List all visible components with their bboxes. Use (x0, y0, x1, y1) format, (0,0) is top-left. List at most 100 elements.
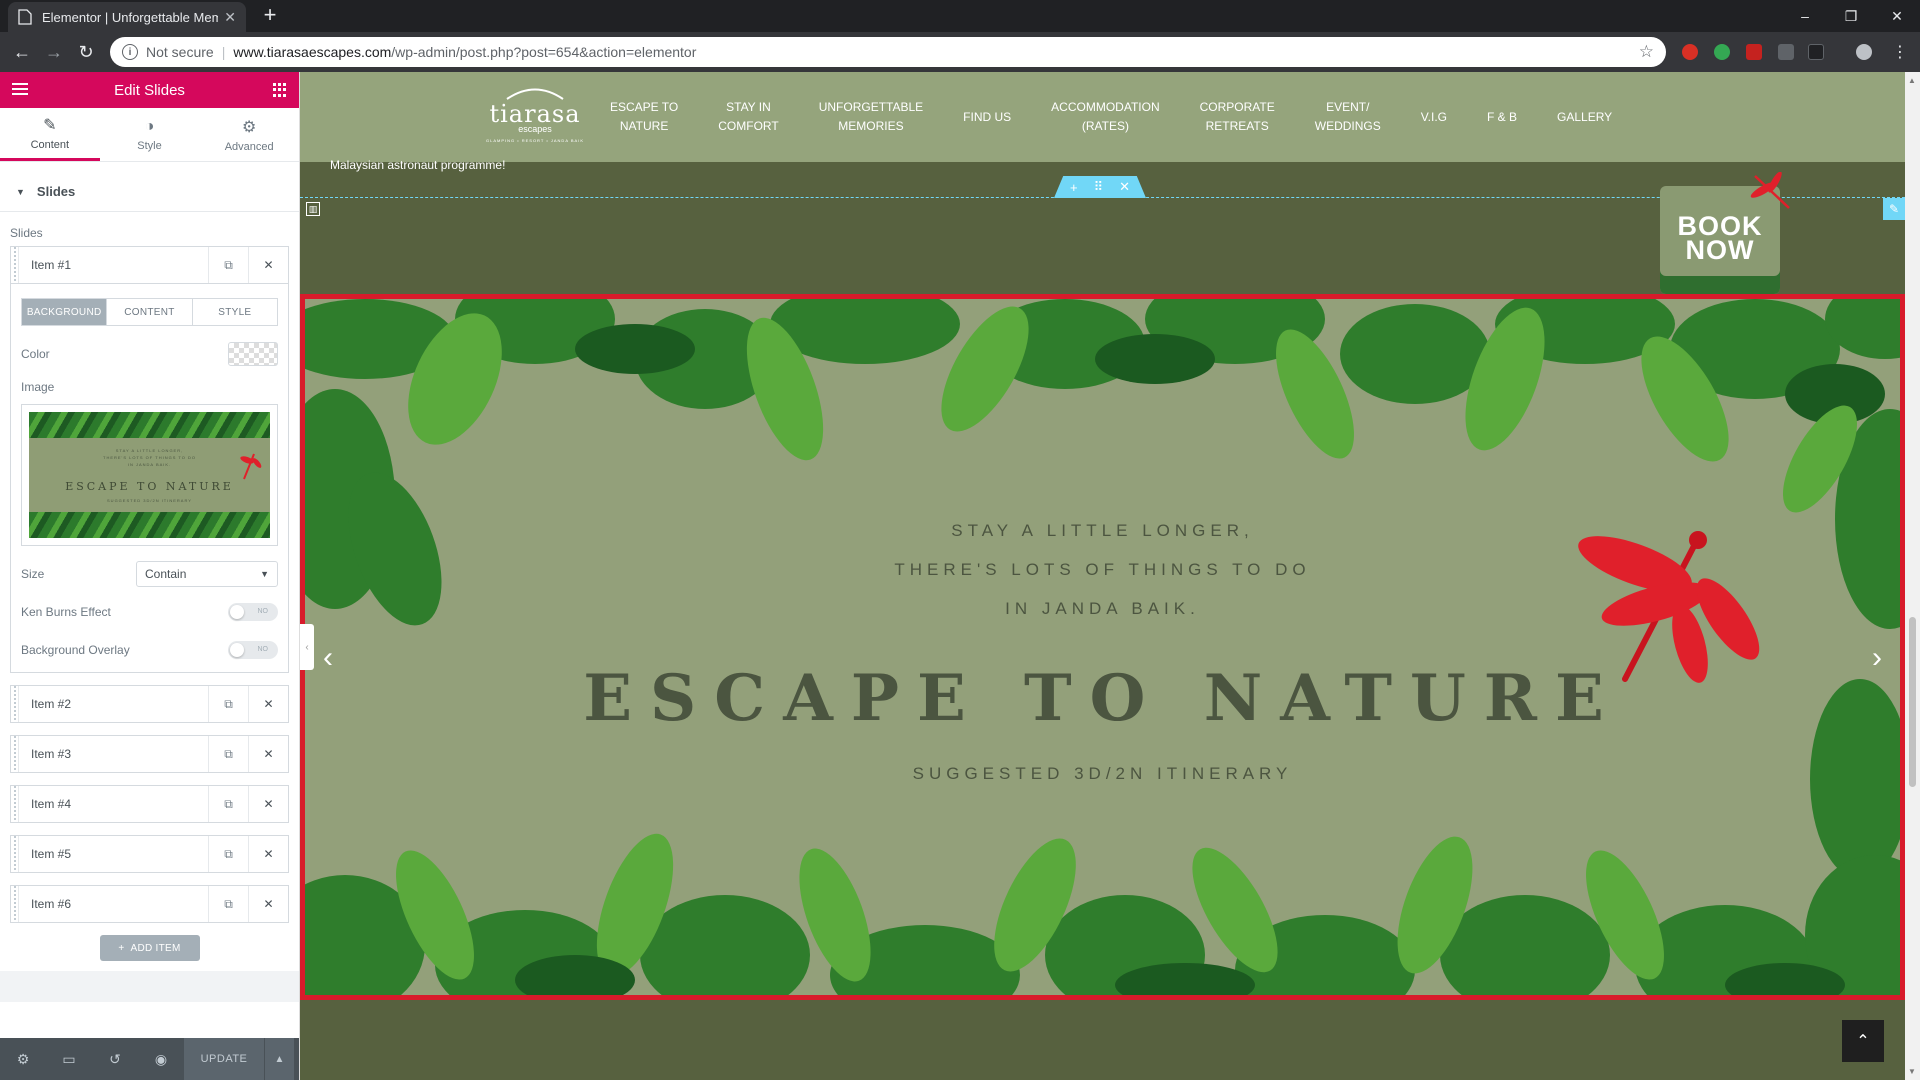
collapse-panel-button[interactable]: ‹ (300, 624, 314, 670)
preview-eye-icon[interactable]: ◉ (138, 1038, 184, 1080)
save-options-icon[interactable]: ▲ (264, 1038, 294, 1080)
slides-widget[interactable]: STAY A LITTLE LONGER, THERE'S LOTS OF TH… (300, 294, 1905, 1000)
repeater-item[interactable]: Item #1 ⧉ ✕ (10, 246, 289, 284)
repeater-item[interactable]: Item #2 ⧉ ✕ (10, 685, 289, 723)
new-tab-button[interactable]: + (258, 4, 282, 28)
move-section-icon[interactable]: ⠿ (1094, 179, 1104, 195)
nav-vig[interactable]: V.I.G (1401, 108, 1467, 127)
nav-escape-to-nature[interactable]: ESCAPE TO NATURE (590, 98, 698, 136)
restore-button[interactable]: ❐ (1828, 0, 1874, 32)
responsive-mode-icon[interactable]: ▭ (46, 1038, 92, 1080)
scroll-down-icon[interactable]: ▼ (1908, 1067, 1916, 1076)
back-icon[interactable]: ← (8, 38, 36, 66)
drag-handle-icon[interactable] (11, 247, 19, 283)
bookmark-star-icon[interactable]: ☆ (1639, 42, 1654, 62)
tab-style[interactable]: ◑ Style (100, 108, 200, 161)
subtab-background[interactable]: BACKGROUND (22, 299, 107, 325)
duplicate-icon[interactable]: ⧉ (208, 836, 248, 872)
repeater-item-title[interactable]: Item #6 (19, 886, 208, 922)
section-toggle-slides[interactable]: ▼ Slides (0, 172, 299, 212)
browser-tab[interactable]: Elementor | Unforgettable Memo ✕ (8, 2, 246, 32)
reload-icon[interactable]: ↻ (72, 38, 100, 66)
extension-icon[interactable] (1682, 44, 1698, 60)
nav-stay-in-comfort[interactable]: STAY IN COMFORT (698, 98, 798, 136)
hamburger-menu-icon[interactable] (12, 83, 28, 95)
extension-icon[interactable] (1746, 44, 1762, 60)
repeater-item[interactable]: Item #6 ⧉ ✕ (10, 885, 289, 923)
close-window-button[interactable]: ✕ (1874, 0, 1920, 32)
remove-icon[interactable]: ✕ (248, 786, 288, 822)
remove-icon[interactable]: ✕ (248, 886, 288, 922)
nav-accommodation[interactable]: ACCOMMODATION (RATES) (1031, 98, 1179, 136)
size-select[interactable]: Contain ▼ (136, 561, 278, 587)
drag-handle-icon[interactable] (11, 836, 19, 872)
add-section-icon[interactable]: + (1070, 180, 1078, 195)
duplicate-icon[interactable]: ⧉ (208, 686, 248, 722)
page-scrollbar[interactable]: ▲ ▼ (1905, 72, 1920, 1080)
site-logo[interactable]: tiarasa escapes GLAMPING • RESORT • JAND… (480, 82, 590, 152)
widgets-grid-icon[interactable] (273, 83, 287, 97)
drag-handle-icon[interactable] (11, 886, 19, 922)
slider-prev-arrow[interactable]: ‹ (323, 641, 333, 675)
drag-handle-icon[interactable] (11, 686, 19, 722)
nav-find-us[interactable]: FIND US (943, 108, 1031, 127)
profile-avatar[interactable] (1856, 44, 1872, 60)
edit-widget-pencil-icon[interactable]: ✎ (1883, 198, 1905, 220)
extension-icon[interactable] (1714, 44, 1730, 60)
nav-unforgettable-memories[interactable]: UNFORGETTABLE MEMORIES (799, 98, 943, 136)
slider-next-arrow[interactable]: › (1872, 641, 1882, 675)
nav-f-and-b[interactable]: F & B (1467, 108, 1537, 127)
repeater-item-title[interactable]: Item #2 (19, 686, 208, 722)
forward-icon[interactable]: → (40, 38, 68, 66)
tab-close-icon[interactable]: ✕ (224, 9, 236, 26)
repeater-item[interactable]: Item #5 ⧉ ✕ (10, 835, 289, 873)
nav-event-weddings[interactable]: EVENT/ WEDDINGS (1295, 98, 1401, 136)
extension-icon[interactable] (1808, 44, 1824, 60)
duplicate-icon[interactable]: ⧉ (208, 786, 248, 822)
delete-section-icon[interactable]: ✕ (1119, 179, 1130, 195)
update-button[interactable]: UPDATE (184, 1038, 264, 1080)
address-bar[interactable]: i Not secure | www.tiarasaescapes.com /w… (110, 37, 1666, 67)
duplicate-icon[interactable]: ⧉ (208, 736, 248, 772)
nav-corporate-retreats[interactable]: CORPORATE RETREATS (1180, 98, 1295, 136)
tab-label: Style (137, 139, 162, 152)
chevron-down-icon: ▼ (260, 569, 269, 579)
ken-burns-toggle[interactable]: NO (228, 603, 278, 621)
subtab-content[interactable]: CONTENT (106, 299, 191, 325)
repeater-item[interactable]: Item #3 ⧉ ✕ (10, 735, 289, 773)
remove-icon[interactable]: ✕ (248, 736, 288, 772)
settings-icon[interactable]: ⚙ (0, 1038, 46, 1080)
repeater-item-title[interactable]: Item #4 (19, 786, 208, 822)
section-handle[interactable]: + ⠿ ✕ (1054, 176, 1146, 198)
column-handle-icon[interactable]: ▥ (306, 202, 320, 216)
drag-handle-icon[interactable] (11, 736, 19, 772)
repeater-item-title[interactable]: Item #5 (19, 836, 208, 872)
repeater-item[interactable]: Item #4 ⧉ ✕ (10, 785, 289, 823)
tab-content[interactable]: ✎ Content (0, 108, 100, 161)
book-now-line: NOW (1685, 235, 1755, 265)
back-to-top-button[interactable]: ⌃ (1842, 1020, 1884, 1062)
duplicate-icon[interactable]: ⧉ (208, 886, 248, 922)
duplicate-icon[interactable]: ⧉ (208, 247, 248, 283)
info-icon[interactable]: i (122, 44, 138, 60)
drag-handle-icon[interactable] (11, 786, 19, 822)
add-item-button[interactable]: + ADD ITEM (99, 935, 200, 961)
nav-gallery[interactable]: GALLERY (1537, 108, 1632, 127)
subtab-style[interactable]: STYLE (191, 299, 277, 325)
extension-icon[interactable] (1778, 44, 1794, 60)
overlay-toggle[interactable]: NO (228, 641, 278, 659)
slide-subtitle: SUGGESTED 3D/2N ITINERARY (912, 764, 1293, 783)
scroll-up-icon[interactable]: ▲ (1908, 76, 1916, 85)
image-picker[interactable]: STAY A LITTLE LONGER, THERE'S LOTS OF TH… (21, 404, 278, 546)
repeater-item-title[interactable]: Item #1 (19, 247, 208, 283)
history-icon[interactable]: ↺ (92, 1038, 138, 1080)
remove-icon[interactable]: ✕ (248, 686, 288, 722)
remove-icon[interactable]: ✕ (248, 247, 288, 283)
color-picker[interactable] (228, 342, 278, 366)
repeater-item-title[interactable]: Item #3 (19, 736, 208, 772)
tab-advanced[interactable]: ⚙ Advanced (199, 108, 299, 161)
remove-icon[interactable]: ✕ (248, 836, 288, 872)
scrollbar-thumb[interactable] (1909, 617, 1916, 787)
minimize-button[interactable]: – (1782, 0, 1828, 32)
menu-dots-icon[interactable]: ⋮ (1886, 38, 1914, 66)
